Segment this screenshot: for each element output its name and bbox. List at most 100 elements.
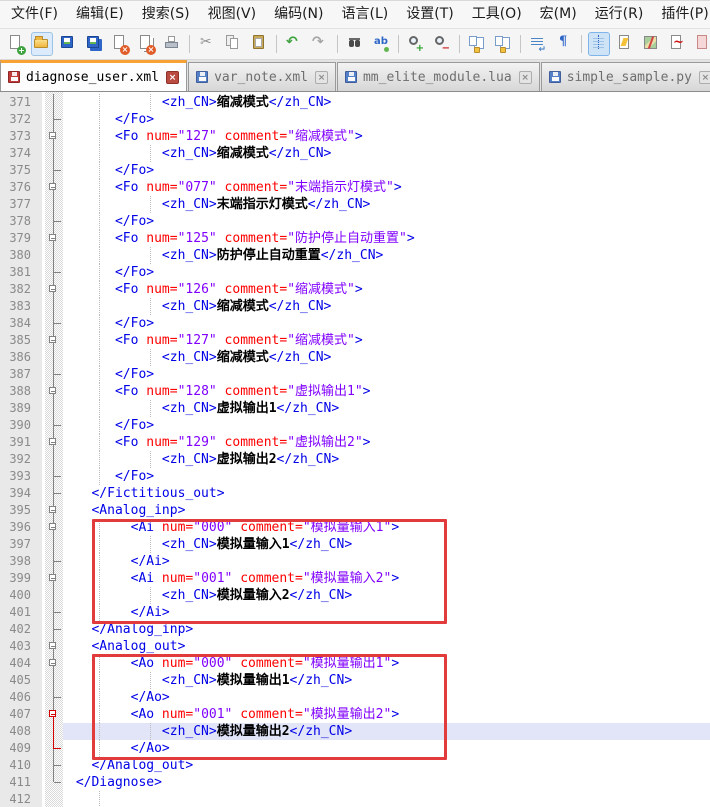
code-text[interactable]: <zh_CN>缩减模式</zh_CN> <box>63 298 710 315</box>
menu-item-language[interactable]: 语言(L) <box>333 1 398 28</box>
start-recording-button[interactable] <box>667 33 687 55</box>
code-text[interactable]: </Fo> <box>63 162 710 179</box>
copy-button[interactable] <box>223 33 243 55</box>
fold-marker <box>45 757 63 774</box>
zoom-in-icon <box>408 35 424 53</box>
tab-diagnose-user-xml[interactable]: diagnose_user.xml × <box>0 60 187 91</box>
menu-item-search[interactable]: 搜索(S) <box>133 1 199 28</box>
code-text[interactable]: <Analog_out> <box>63 638 710 655</box>
code-text[interactable]: <zh_CN>缩减模式</zh_CN> <box>63 94 710 111</box>
code-text[interactable]: <Fo num="077" comment="末端指示灯模式"> <box>63 179 710 196</box>
code-line-392: 392 <zh_CN>虚拟输出2</zh_CN> <box>0 451 710 468</box>
code-text[interactable]: <zh_CN>缩减模式</zh_CN> <box>63 349 710 366</box>
tab-label: diagnose_user.xml <box>26 70 159 85</box>
line-number: 372 <box>0 111 42 128</box>
fold-marker[interactable] <box>45 332 63 349</box>
zoom-out-button[interactable] <box>432 33 452 55</box>
fold-marker[interactable] <box>45 502 63 519</box>
word-wrap-button[interactable] <box>528 33 548 55</box>
code-text[interactable]: </Fictitious_out> <box>63 485 710 502</box>
fold-marker[interactable] <box>45 230 63 247</box>
function-list-button[interactable] <box>615 33 635 55</box>
code-text[interactable]: <Fo num="125" comment="防护停止自动重置"> <box>63 230 710 247</box>
find-button[interactable] <box>345 33 365 55</box>
undo-button[interactable] <box>284 33 304 55</box>
fold-marker[interactable] <box>45 128 63 145</box>
toolbar-separator <box>276 35 277 53</box>
close-icon <box>112 35 128 53</box>
close-tab-icon[interactable]: × <box>519 71 532 84</box>
code-text[interactable]: <Fo num="127" comment="缩减模式"> <box>63 128 710 145</box>
playback-button[interactable] <box>693 33 710 55</box>
code-text[interactable]: <Analog_inp> <box>63 502 710 519</box>
menu-item-macro[interactable]: 宏(M) <box>531 1 586 28</box>
document-map-button[interactable] <box>641 33 661 55</box>
fold-marker[interactable] <box>45 383 63 400</box>
close-all-button[interactable] <box>136 33 156 55</box>
replace-button[interactable] <box>371 33 391 55</box>
menu-item-tools[interactable]: 工具(O) <box>463 1 531 28</box>
fold-marker[interactable] <box>45 706 63 723</box>
close-button[interactable] <box>110 33 130 55</box>
fold-marker[interactable] <box>45 179 63 196</box>
line-number: 392 <box>0 451 42 468</box>
new-file-button[interactable] <box>6 33 26 55</box>
menu-item-file[interactable]: 文件(F) <box>2 1 67 28</box>
show-all-characters-button[interactable] <box>554 33 574 55</box>
cut-button[interactable] <box>197 33 217 55</box>
fold-marker[interactable] <box>45 519 63 536</box>
fold-marker[interactable] <box>45 638 63 655</box>
line-number: 400 <box>0 587 42 604</box>
code-text[interactable]: <zh_CN>虚拟输出2</zh_CN> <box>63 451 710 468</box>
fold-marker <box>45 298 63 315</box>
fold-marker[interactable] <box>45 655 63 672</box>
code-text[interactable]: </Fo> <box>63 315 710 332</box>
line-number: 404 <box>0 655 42 672</box>
code-text[interactable]: <zh_CN>虚拟输出1</zh_CN> <box>63 400 710 417</box>
menu-item-encoding[interactable]: 编码(N) <box>265 1 332 28</box>
editor-pane[interactable]: 371 <zh_CN>缩减模式</zh_CN>372 </Fo>373 <Fo … <box>0 92 710 807</box>
code-text[interactable]: <Fo num="128" comment="虚拟输出1"> <box>63 383 710 400</box>
tab-mm-elite-module-lua[interactable]: mm_elite_module.lua× <box>337 62 540 91</box>
redo-button[interactable] <box>310 33 330 55</box>
fold-marker <box>45 349 63 366</box>
close-tab-icon[interactable]: × <box>699 71 710 84</box>
menu-item-run[interactable]: 运行(R) <box>586 1 653 28</box>
zoom-in-button[interactable] <box>406 33 426 55</box>
code-text[interactable]: </Fo> <box>63 417 710 434</box>
close-tab-icon[interactable]: × <box>315 71 328 84</box>
fold-marker[interactable] <box>45 434 63 451</box>
code-text[interactable]: </Fo> <box>63 213 710 230</box>
code-text[interactable]: <zh_CN>防护停止自动重置</zh_CN> <box>63 247 710 264</box>
code-line-395: 395 <Analog_inp> <box>0 502 710 519</box>
tab-simple-sample-py[interactable]: simple_sample.py× <box>541 62 710 91</box>
code-text[interactable] <box>63 791 710 807</box>
print-button[interactable] <box>162 33 182 55</box>
menu-item-settings[interactable]: 设置(T) <box>397 1 462 28</box>
code-text[interactable]: </Fo> <box>63 468 710 485</box>
fold-marker[interactable] <box>45 281 63 298</box>
code-text[interactable]: <zh_CN>末端指示灯模式</zh_CN> <box>63 196 710 213</box>
tab-var-note-xml[interactable]: var_note.xml× <box>188 62 336 91</box>
fold-marker[interactable] <box>45 570 63 587</box>
menu-item-view[interactable]: 视图(V) <box>199 1 266 28</box>
code-text[interactable]: </Fo> <box>63 111 710 128</box>
close-tab-icon[interactable]: × <box>166 71 179 84</box>
open-file-button[interactable] <box>32 33 52 55</box>
menu-item-edit[interactable]: 编辑(E) <box>67 1 133 28</box>
code-text[interactable]: </Fo> <box>63 264 710 281</box>
code-text[interactable]: <Fo num="127" comment="缩减模式"> <box>63 332 710 349</box>
sync-horizontal-scroll-button[interactable] <box>493 33 513 55</box>
save-all-icon <box>86 35 102 53</box>
menu-item-plugins[interactable]: 插件(P) <box>652 1 710 28</box>
code-text[interactable]: <zh_CN>缩减模式</zh_CN> <box>63 145 710 162</box>
sync-vertical-scroll-button[interactable] <box>467 33 487 55</box>
show-indent-guide-button[interactable] <box>589 33 609 55</box>
save-button[interactable] <box>58 33 78 55</box>
code-text[interactable]: <Fo num="129" comment="虚拟输出2"> <box>63 434 710 451</box>
code-text[interactable]: </Fo> <box>63 366 710 383</box>
code-text[interactable]: </Diagnose> <box>63 774 710 791</box>
code-text[interactable]: <Fo num="126" comment="缩减模式"> <box>63 281 710 298</box>
save-all-button[interactable] <box>84 33 104 55</box>
paste-button[interactable] <box>249 33 269 55</box>
